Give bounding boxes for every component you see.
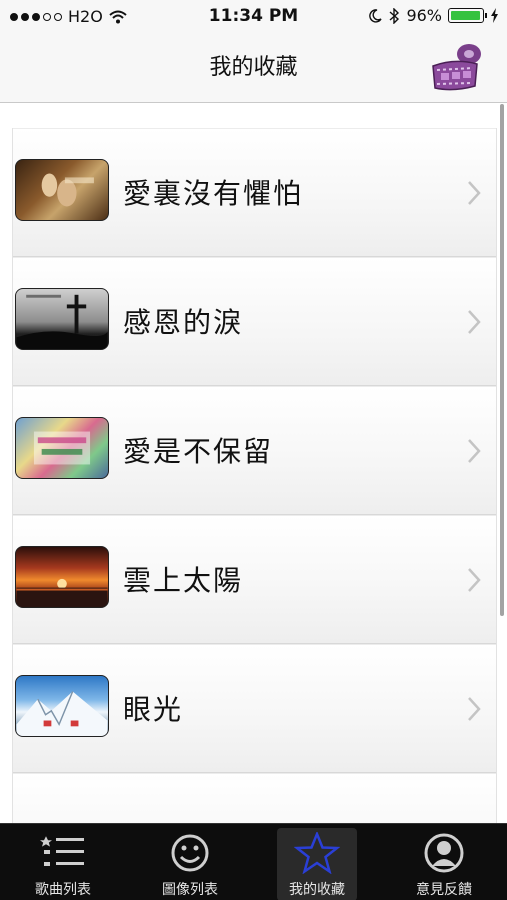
- song-thumbnail: [15, 675, 109, 737]
- list-item[interactable]: 感恩的淚: [13, 257, 496, 386]
- moon-icon: [369, 8, 383, 23]
- song-title: 雲上太陽: [123, 564, 244, 597]
- tab-label: 我的收藏: [289, 882, 345, 898]
- smiley-icon: [171, 834, 209, 872]
- list-item[interactable]: 雲上太陽: [13, 515, 496, 644]
- snow-mountain-photo-icon: [16, 691, 108, 736]
- couple-photo-icon: [41, 173, 94, 207]
- list-item[interactable]: 愛裏沒有懼怕: [13, 128, 496, 257]
- chevron-right-icon: [468, 181, 481, 205]
- song-title: 愛是不保留: [123, 435, 274, 468]
- chevron-right-icon: [468, 310, 481, 334]
- list-item[interactable]: 眼光: [13, 644, 496, 773]
- scrollbar[interactable]: [500, 104, 504, 616]
- screen: H2O 11:34 PM 96% 我的收藏 愛裏沒有懼怕 感恩的淚 愛是不保留 …: [0, 0, 507, 900]
- tab-image-list[interactable]: 圖像列表: [127, 824, 253, 900]
- chevron-right-icon: [468, 568, 481, 592]
- favorites-list: 愛裏沒有懼怕 感恩的淚 愛是不保留 雲上太陽 眼光: [12, 128, 497, 823]
- navigation-bar: 我的收藏: [0, 34, 507, 103]
- song-thumbnail: [15, 288, 109, 350]
- chevron-right-icon: [468, 439, 481, 463]
- song-thumbnail: [15, 546, 109, 608]
- star-icon: [294, 832, 340, 874]
- battery-icon: [448, 8, 487, 23]
- tab-my-favorites[interactable]: 我的收藏: [254, 824, 380, 900]
- colorful-text-photo-icon: [33, 431, 91, 465]
- list-item[interactable]: 愛是不保留: [13, 386, 496, 515]
- tab-feedback[interactable]: 意見反饋: [381, 824, 507, 900]
- list-item[interactable]: [13, 773, 496, 823]
- song-thumbnail: [15, 159, 109, 221]
- tab-bar: 歌曲列表 圖像列表 我的收藏 意見反饋: [0, 823, 507, 900]
- bluetooth-icon: [389, 7, 400, 24]
- sunset-photo-icon: [16, 578, 108, 607]
- chevron-right-icon: [468, 697, 481, 721]
- charging-icon: [491, 8, 498, 23]
- tab-label: 圖像列表: [162, 882, 218, 898]
- person-icon: [424, 833, 464, 873]
- cross-photo-icon: [16, 294, 108, 349]
- tab-label: 意見反饋: [416, 882, 472, 898]
- song-title: 眼光: [123, 693, 184, 726]
- status-bar: H2O 11:34 PM 96%: [0, 0, 507, 34]
- song-thumbnail: [15, 417, 109, 479]
- song-title: 愛裏沒有懼怕: [123, 177, 304, 210]
- song-title: 感恩的淚: [123, 306, 244, 339]
- tab-label: 歌曲列表: [35, 882, 91, 898]
- battery-percent: 96%: [406, 6, 442, 25]
- list-icon: [40, 836, 84, 866]
- film-reel-icon[interactable]: [427, 40, 485, 96]
- tab-song-list[interactable]: 歌曲列表: [0, 824, 126, 900]
